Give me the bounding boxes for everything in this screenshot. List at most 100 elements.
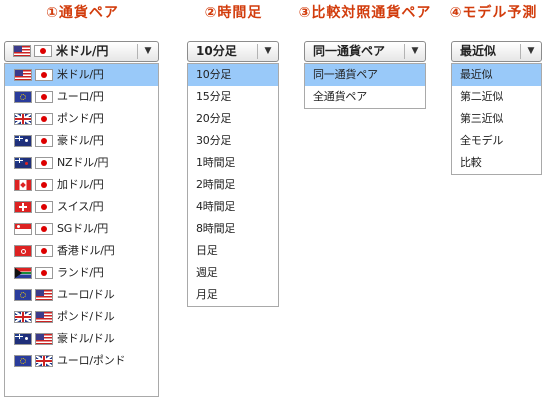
list-item-label: 豪ドル/円	[57, 134, 104, 147]
list-item-label: 15分足	[196, 90, 232, 103]
us-flag-icon	[14, 69, 32, 81]
us-flag-icon	[35, 311, 53, 323]
list-item[interactable]: 日足	[188, 240, 278, 262]
japan-flag-icon	[35, 179, 53, 191]
list-item-label: ポンド/円	[57, 112, 104, 125]
japan-flag-icon	[35, 113, 53, 125]
list-item-label: NZドル/円	[57, 156, 109, 169]
flag-pair	[14, 135, 56, 147]
flag-pair	[14, 223, 56, 235]
eu-flag-icon	[14, 289, 32, 301]
list-item-label: ユーロ/円	[57, 90, 104, 103]
list-item[interactable]: ランド/円	[5, 262, 158, 284]
list-item[interactable]: 豪ドル/ドル	[5, 328, 158, 350]
list-item[interactable]: 豪ドル/円	[5, 130, 158, 152]
list-item[interactable]: ユーロ/ポンド	[5, 350, 158, 372]
flag-pair	[14, 157, 56, 169]
us-flag-icon	[13, 45, 31, 57]
flag-pair	[14, 69, 56, 81]
list-item[interactable]: 全通貨ペア	[305, 86, 425, 108]
us-flag-icon	[35, 289, 53, 301]
flag-pair	[14, 91, 56, 103]
list-item[interactable]: SGドル/円	[5, 218, 158, 240]
list-item-label: SGドル/円	[57, 222, 109, 235]
list-item-label: 香港ドル/円	[57, 244, 115, 257]
comparison-panel: ③比較対照通貨ペア	[298, 0, 432, 24]
comparison-dropdown-list: 同一通貨ペア全通貨ペア	[304, 63, 426, 109]
model-select[interactable]: 最近似 ▼	[451, 41, 542, 62]
model-heading: ④モデル予測	[449, 5, 538, 21]
list-item-label: ランド/円	[57, 266, 104, 279]
list-item-label: スイス/円	[57, 200, 104, 213]
list-item[interactable]: 1時間足	[188, 152, 278, 174]
list-item[interactable]: 第三近似	[452, 108, 541, 130]
canada-flag-icon	[14, 179, 32, 191]
list-item[interactable]: 30分足	[188, 130, 278, 152]
list-item-label: 月足	[196, 288, 218, 301]
list-item[interactable]: ポンド/ドル	[5, 306, 158, 328]
japan-flag-icon	[35, 267, 53, 279]
flag-pair	[14, 201, 56, 213]
flag-pair	[14, 311, 56, 323]
list-item[interactable]: 同一通貨ペア	[305, 64, 425, 86]
comparison-select-value: 同一通貨ペア	[313, 44, 386, 58]
flag-pair	[14, 267, 56, 279]
switzerland-flag-icon	[14, 201, 32, 213]
list-item-label: 10分足	[196, 68, 232, 81]
list-item[interactable]: 10分足	[188, 64, 278, 86]
japan-flag-icon	[35, 157, 53, 169]
us-flag-icon	[35, 333, 53, 345]
list-item[interactable]: NZドル/円	[5, 152, 158, 174]
chevron-down-icon[interactable]: ▼	[137, 44, 158, 59]
model-dropdown-list: 最近似第二近似 第三近似全モデル比較	[451, 63, 542, 175]
list-item[interactable]: 全モデル	[452, 130, 541, 152]
flag-pair	[14, 179, 56, 191]
list-item-label: 豪ドル/ドル	[57, 332, 115, 345]
currency-pair-dropdown-list: 米ドル/円ユーロ/円ポンド/円豪ドル/円 NZドル/円 加ドル/円スイス/円 SGドル…	[4, 63, 159, 397]
timeframe-select-value: 10分足	[196, 44, 237, 58]
timeframe-select[interactable]: 10分足 ▼	[187, 41, 279, 62]
chevron-down-icon[interactable]: ▼	[257, 44, 278, 59]
list-item[interactable]: ユーロ/ドル	[5, 284, 158, 306]
list-item-label: 20分足	[196, 112, 232, 125]
currency-pair-heading: ①通貨ペア	[46, 5, 119, 21]
list-item[interactable]: 香港ドル/円	[5, 240, 158, 262]
timeframe-heading: ②時間足	[204, 5, 263, 21]
currency-pair-select-value: 米ドル/円	[56, 44, 109, 58]
list-item-label: 日足	[196, 244, 218, 257]
list-item[interactable]: ポンド/円	[5, 108, 158, 130]
japan-flag-icon	[35, 201, 53, 213]
list-item-label: 同一通貨ペア	[313, 68, 378, 81]
timeframe-panel: ②時間足	[185, 0, 282, 24]
list-item[interactable]: スイス/円	[5, 196, 158, 218]
list-item[interactable]: 8時間足	[188, 218, 278, 240]
japan-flag-icon	[35, 135, 53, 147]
australia-flag-icon	[14, 135, 32, 147]
list-item[interactable]: 月足	[188, 284, 278, 306]
list-item-label: 2時間足	[196, 178, 236, 191]
flag-pair	[14, 113, 56, 125]
model-select-value: 最近似	[460, 44, 497, 58]
currency-pair-panel: ①通貨ペア	[4, 0, 161, 24]
list-item[interactable]: 比較	[452, 152, 541, 174]
list-item-label: ユーロ/ポンド	[57, 354, 126, 367]
list-item-label: 最近似	[460, 68, 493, 81]
chevron-down-icon[interactable]: ▼	[520, 44, 541, 59]
comparison-select[interactable]: 同一通貨ペア ▼	[304, 41, 426, 62]
chevron-down-icon[interactable]: ▼	[404, 44, 425, 59]
list-item[interactable]: 週足	[188, 262, 278, 284]
list-item[interactable]: 15分足	[188, 86, 278, 108]
list-item[interactable]: 第二近似	[452, 86, 541, 108]
list-item[interactable]: 米ドル/円	[5, 64, 158, 86]
flag-pair	[14, 245, 56, 257]
list-item[interactable]: 4時間足	[188, 196, 278, 218]
currency-pair-select-flags	[13, 45, 55, 59]
list-item-label: 全モデル	[460, 134, 504, 147]
list-item[interactable]: 加ドル/円	[5, 174, 158, 196]
list-item-label: 加ドル/円	[57, 178, 104, 191]
list-item[interactable]: ユーロ/円	[5, 86, 158, 108]
list-item[interactable]: 2時間足	[188, 174, 278, 196]
list-item[interactable]: 最近似	[452, 64, 541, 86]
list-item[interactable]: 20分足	[188, 108, 278, 130]
currency-pair-select[interactable]: 米ドル/円 ▼	[4, 41, 159, 62]
